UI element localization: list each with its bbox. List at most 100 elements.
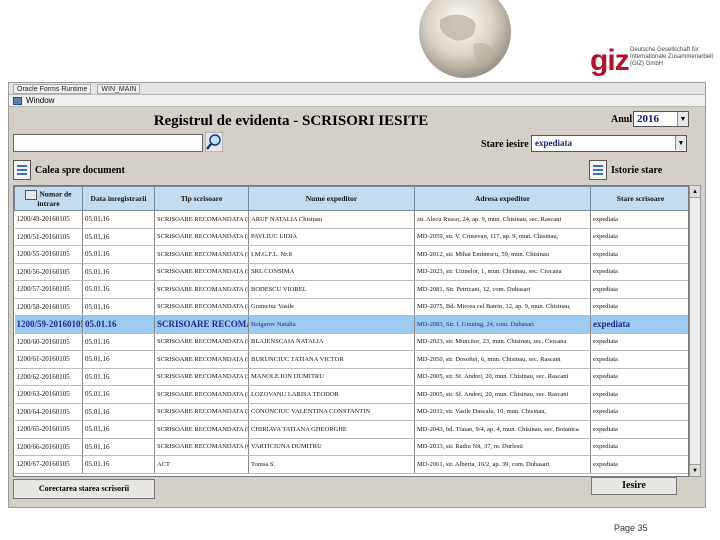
page-number: Page 35 bbox=[614, 523, 648, 533]
cell-sender-address: MD-2023, str. Uzinelor, 1, mun. Chisinau… bbox=[414, 263, 591, 281]
cell-date: 05.01.16 bbox=[82, 263, 155, 281]
cell-date: 05.01.16 bbox=[82, 385, 155, 404]
column-header-date[interactable]: Data inregistrarii bbox=[82, 186, 155, 211]
cell-status: expediata bbox=[590, 245, 688, 264]
column-header-status[interactable]: Stare scrisoare bbox=[590, 186, 688, 211]
titlebar-tab-main[interactable]: WIN_MAIN bbox=[97, 84, 141, 94]
table-scrollbar[interactable]: ▲ ▼ bbox=[689, 185, 701, 477]
table-row[interactable]: 1200/56-20160105 05.01.16 SCRISOARE RECOMA… bbox=[14, 263, 688, 281]
cell-number: 1200/60-20160105 bbox=[14, 333, 83, 351]
cell-type: ACT bbox=[154, 455, 249, 474]
table-row[interactable]: 1200/49-20160105 05.01.16 SCRISOARE RECOMA… bbox=[14, 210, 688, 229]
cell-date: 05.01.16 bbox=[82, 455, 155, 474]
table-icon bbox=[25, 189, 38, 200]
status-label: Stare iesire bbox=[481, 139, 529, 150]
cell-status: expediata bbox=[590, 403, 688, 421]
form-title: Registrul de evidenta - SCRISORI IESITE bbox=[153, 113, 429, 129]
cell-sender-name: BLAJENSCAIA NATALIA bbox=[248, 333, 415, 351]
menu-window[interactable]: Window bbox=[26, 95, 54, 107]
table-row[interactable]: 1200/58-20160105 05.01.16 SCRISOARE RECOMA… bbox=[14, 298, 688, 316]
cell-date: 05.01.16 bbox=[82, 298, 155, 316]
cell-status: expediata bbox=[590, 263, 688, 281]
table-row[interactable]: 1200/63-20160105 05.01.16 SCRISOARE RECOMA… bbox=[14, 385, 688, 404]
correct-status-button[interactable]: Corectarea starea scrisorii bbox=[13, 479, 155, 499]
column-header-number[interactable]: Numar de intrare bbox=[14, 186, 83, 211]
search-input[interactable] bbox=[13, 134, 203, 152]
cell-date: 05.01.16 bbox=[82, 350, 155, 369]
cell-number: 1200/57-20160105 bbox=[14, 280, 83, 299]
year-label: Anul bbox=[611, 114, 633, 125]
cell-date: 05.01.16 bbox=[82, 228, 155, 246]
scroll-down-icon[interactable]: ▼ bbox=[690, 464, 700, 476]
column-header-sender-address[interactable]: Adresa expeditor bbox=[414, 186, 591, 211]
cell-status: expediata bbox=[590, 455, 688, 474]
document-icon bbox=[13, 160, 31, 180]
table-row[interactable]: 1200/67-20160105 05.01.16 ACT Tomsa S. MD-20… bbox=[14, 455, 688, 474]
cell-date: 05.01.16 bbox=[82, 315, 155, 334]
cell-date: 05.01.16 bbox=[82, 333, 155, 351]
cell-sender-address: MD-2005, str. Sf. Andrei, 20, mun. Chisi… bbox=[414, 385, 591, 404]
slide-footer bbox=[0, 512, 720, 540]
cell-sender-name: BODESCU VIOREL bbox=[248, 280, 415, 299]
cell-type: SCRISOARE RECOMANDATA (SARA 47 bbox=[154, 228, 249, 246]
cell-sender-address: MD-2012, str. Mihai Eminescu, 59, mun. C… bbox=[414, 245, 591, 264]
cell-sender-address: MD-2083, Str. I. Ginning, 24, com. Dubas… bbox=[414, 315, 591, 334]
cell-date: 05.01.16 bbox=[82, 403, 155, 421]
cell-status: expediata bbox=[590, 228, 688, 246]
cell-status: expediata bbox=[590, 368, 688, 386]
cell-sender-address: MD-2031, str. Vasile Dascalu, 10, mun. C… bbox=[414, 403, 591, 421]
cell-status: expediata bbox=[590, 333, 688, 351]
cell-date: 05.01.16 bbox=[82, 280, 155, 299]
document-path-button[interactable]: Calea spre document bbox=[13, 159, 193, 181]
table-header-row: Numar de intrare Data inregistrarii Tip … bbox=[14, 186, 688, 211]
cell-sender-name: I.M.G.F.L. Nr.8 bbox=[248, 245, 415, 264]
cell-sender-name: Tomsa S. bbox=[248, 455, 415, 474]
form-panel: Registrul de evidenta - SCRISORI IESITE … bbox=[11, 109, 703, 505]
cell-type: SCRISOARE RECOMANDATA (SARA 47 bbox=[154, 263, 249, 281]
year-select[interactable]: 2016 ▼ bbox=[633, 111, 689, 127]
cell-number: 1200/65-20160105 bbox=[14, 420, 83, 439]
table-row[interactable]: 1200/61-20160105 05.01.16 SCRISOARE RECOMA… bbox=[14, 350, 688, 369]
exit-button[interactable]: Iesire bbox=[591, 477, 677, 495]
cell-type: SCRISOARE RECOMANDATA (SARA 47 bbox=[154, 210, 249, 229]
table-row[interactable]: 1200/55-20160105 05.01.16 SCRISOARE RECOMA… bbox=[14, 245, 688, 264]
window-menu-icon bbox=[13, 96, 22, 105]
status-history-label: Istorie stare bbox=[611, 164, 663, 176]
menu-bar: Window bbox=[9, 95, 705, 107]
cell-date: 05.01.16 bbox=[82, 368, 155, 386]
cell-sender-address: MD-2043, bd. Traian, 9/4, ap. 4, mun. Ch… bbox=[414, 420, 591, 439]
cell-sender-address: MD-2081, Str. Petricani, 12, com. Dubasa… bbox=[414, 280, 591, 299]
column-header-sender-name[interactable]: Nume expeditor bbox=[248, 186, 415, 211]
scroll-up-icon[interactable]: ▲ bbox=[690, 186, 700, 198]
search-button[interactable] bbox=[204, 131, 224, 153]
cell-type: SCRISOARE RECOMANDATA bbox=[154, 315, 249, 334]
cell-sender-name: Gramciuc Vasile bbox=[248, 298, 415, 316]
table-body: 1200/49-20160105 05.01.16 SCRISOARE RECOMA… bbox=[14, 210, 688, 474]
table-row[interactable]: 1200/60-20160105 05.01.16 SCRISOARE RECOMA… bbox=[14, 333, 688, 351]
chevron-down-icon[interactable]: ▼ bbox=[675, 136, 686, 150]
table-row[interactable]: 1200/57-20160105 05.01.16 SCRISOARE RECOMA… bbox=[14, 280, 688, 299]
status-select[interactable]: expediata ▼ bbox=[531, 135, 687, 152]
status-history-button[interactable]: Istorie stare bbox=[589, 159, 689, 181]
cell-date: 05.01.16 bbox=[82, 245, 155, 264]
titlebar-tab-runtime[interactable]: Oracle Forms Runtime bbox=[13, 84, 92, 94]
cell-sender-address: MD-2061, str. Alberta, 16/2, ap. 39, com… bbox=[414, 455, 591, 474]
cell-number: 1200/55-20160105 bbox=[14, 245, 83, 264]
table-row[interactable]: 1200/65-20160105 05.01.16 SCRISOARE RECOMA… bbox=[14, 420, 688, 439]
cell-date: 05.01.16 bbox=[82, 438, 155, 456]
column-header-type[interactable]: Tip scrisoare bbox=[154, 186, 249, 211]
cell-sender-address: str. Alecu Russo, 24, ap. 9, mun. Chisin… bbox=[414, 210, 591, 229]
cell-date: 05.01.16 bbox=[82, 210, 155, 229]
application-window: Oracle Forms Runtime WIN_MAIN Window Reg… bbox=[8, 82, 706, 508]
cell-type: SCRISOARE RECOMANDATA (SARA 47 bbox=[154, 368, 249, 386]
cell-status: expediata bbox=[590, 385, 688, 404]
chevron-down-icon[interactable]: ▼ bbox=[677, 112, 688, 126]
cell-sender-address: MD-2005, str. Sf. Andrei, 20, mun. Chisi… bbox=[414, 368, 591, 386]
table-row[interactable]: 1200/64-20160105 05.01.16 SCRISOARE RECOMA… bbox=[14, 403, 688, 421]
cell-sender-address: MD-2059, str. V. Crusevan, 117, ap. 9, m… bbox=[414, 228, 591, 246]
table-row[interactable]: 1200/51-20160105 05.01.16 SCRISOARE RECOMA… bbox=[14, 228, 688, 246]
table-row[interactable]: 1200/66-20160105 05.01.16 SCRISOARE RECOMA… bbox=[14, 438, 688, 456]
table-row-selected[interactable]: 1200/59-2016010505.01.16SCRISOARE RECOMA… bbox=[14, 315, 688, 334]
cell-status: expediata bbox=[590, 438, 688, 456]
table-row[interactable]: 1200/62-20160105 05.01.16 SCRISOARE RECOMA… bbox=[14, 368, 688, 386]
